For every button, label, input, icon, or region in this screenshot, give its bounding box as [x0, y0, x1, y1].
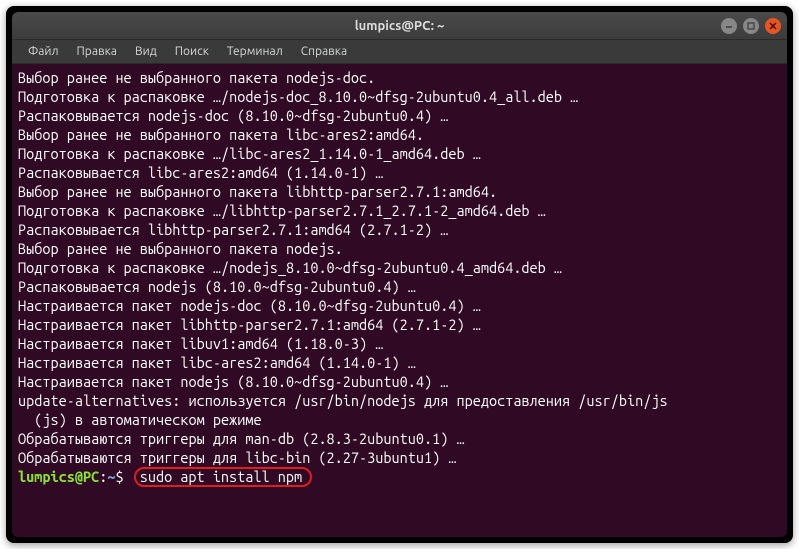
terminal-output-line: Выбор ранее не выбранного пакета nodejs. [18, 239, 781, 258]
maximize-icon [747, 22, 755, 30]
terminal-output-line: Настраивается пакет nodejs-doc (8.10.0~d… [18, 296, 781, 315]
prompt-user: lumpics@PC [18, 468, 99, 485]
terminal-output-line: Настраивается пакет libuv1:amd64 (1.18.0… [18, 334, 781, 353]
terminal-output-line: Подготовка к распаковке …/libhttp-parser… [18, 201, 781, 220]
menu-view[interactable]: Вид [127, 43, 165, 60]
terminal-output-line: Подготовка к распаковке …/libc-ares2_1.1… [18, 144, 781, 163]
terminal-window: lumpics@PC: ~ Файл Правка Вид Поиск Терм… [12, 12, 787, 537]
window-controls [721, 18, 781, 34]
terminal-body[interactable]: Выбор ранее не выбранного пакета nodejs-… [12, 64, 787, 537]
highlighted-command: sudo apt install npm [134, 467, 312, 487]
terminal-output-line: Распаковывается nodejs (8.10.0~dfsg-2ubu… [18, 277, 781, 296]
terminal-output-line: Выбор ранее не выбранного пакета libc-ar… [18, 125, 781, 144]
menu-file[interactable]: Файл [20, 43, 67, 60]
terminal-output-line: (js) в автоматическом режиме [18, 410, 781, 429]
menu-search[interactable]: Поиск [167, 43, 217, 60]
terminal-output-line: Настраивается пакет libc-ares2:amd64 (1.… [18, 353, 781, 372]
close-button[interactable] [765, 18, 781, 34]
close-icon [769, 22, 777, 30]
terminal-output-line: Распаковывается nodejs-doc (8.10.0~dfsg-… [18, 106, 781, 125]
terminal-output-line: Обрабатываются триггеры для libc-bin (2.… [18, 448, 781, 467]
terminal-prompt-line: lumpics@PC:~$ sudo apt install npm [18, 467, 781, 487]
terminal-output-line: Подготовка к распаковке …/nodejs_8.10.0~… [18, 258, 781, 277]
prompt-dollar: $ [115, 468, 123, 485]
maximize-button[interactable] [743, 18, 759, 34]
terminal-output-line: Выбор ранее не выбранного пакета nodejs-… [18, 68, 781, 87]
terminal-output-line: Настраивается пакет nodejs (8.10.0~dfsg-… [18, 372, 781, 391]
screenshot-frame: lumpics@PC: ~ Файл Правка Вид Поиск Терм… [6, 6, 793, 543]
menubar: Файл Правка Вид Поиск Терминал Справка [12, 40, 787, 64]
window-titlebar: lumpics@PC: ~ [12, 12, 787, 40]
terminal-output-line: Выбор ранее не выбранного пакета libhttp… [18, 182, 781, 201]
terminal-output-line: Распаковывается libc-ares2:amd64 (1.14.0… [18, 163, 781, 182]
terminal-output-line: Распаковывается libhttp-parser2.7.1:amd6… [18, 220, 781, 239]
command-text: sudo apt install npm [140, 468, 302, 485]
menu-help[interactable]: Справка [293, 43, 355, 60]
minimize-icon [725, 22, 733, 30]
terminal-output-line: Подготовка к распаковке …/nodejs-doc_8.1… [18, 87, 781, 106]
terminal-output-line: Настраивается пакет libhttp-parser2.7.1:… [18, 315, 781, 334]
minimize-button[interactable] [721, 18, 737, 34]
menu-terminal[interactable]: Терминал [219, 43, 291, 60]
terminal-output-line: update-alternatives: используется /usr/b… [18, 391, 781, 410]
window-title: lumpics@PC: ~ [355, 19, 445, 33]
terminal-output-line: Обрабатываются триггеры для man-db (2.8.… [18, 429, 781, 448]
menu-edit[interactable]: Правка [69, 43, 125, 60]
